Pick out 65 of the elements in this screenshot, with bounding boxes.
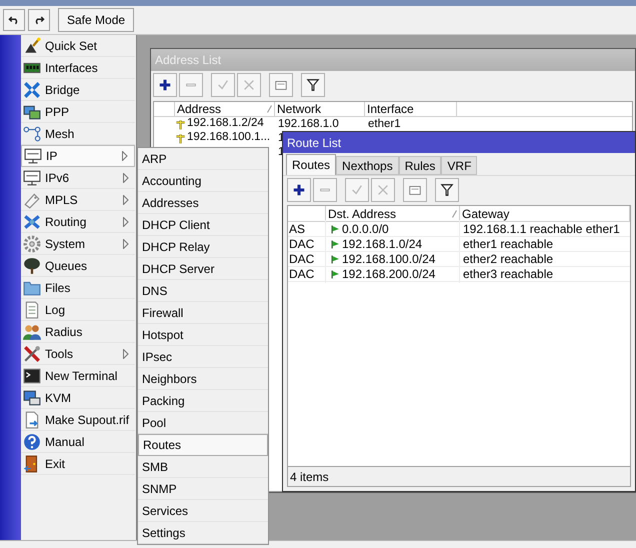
menu-item[interactable]: New Terminal — [21, 365, 135, 387]
menu-item[interactable]: Files — [21, 277, 135, 299]
menu-item[interactable]: IP — [21, 145, 135, 167]
table-cell-text: 0.0.0.0/0 — [342, 221, 389, 238]
submenu-item[interactable]: DNS — [138, 280, 268, 302]
submenu-item[interactable]: IPsec — [138, 346, 268, 368]
table-cell-text: 192.168.1.2/24 — [187, 116, 264, 132]
column-header[interactable]: Network — [275, 102, 365, 116]
menu-item[interactable]: Queues — [21, 255, 135, 277]
table-cell: 192.168.1.0 — [278, 118, 339, 130]
window-title: Address List — [155, 52, 222, 69]
submenu-item[interactable]: ARP — [138, 148, 268, 170]
submenu-item[interactable]: Services — [138, 500, 268, 522]
submenu-item[interactable]: SNMP — [138, 478, 268, 500]
item-count: 4 items — [290, 468, 329, 486]
submenu-item[interactable]: DHCP Relay — [138, 236, 268, 258]
table-cell: ether1 — [368, 118, 401, 130]
window-title: Route List — [287, 134, 342, 152]
submenu-item[interactable]: Firewall — [138, 302, 268, 324]
submenu-item[interactable]: DHCP Server — [138, 258, 268, 280]
table-cell: AS — [289, 222, 306, 236]
table-cell: ether3 reachable — [463, 267, 554, 281]
tab[interactable]: Routes — [286, 154, 336, 175]
menu-item[interactable]: Radius — [21, 321, 135, 343]
submenu-item[interactable]: Hotspot — [138, 324, 268, 346]
tab[interactable]: Nexthops — [336, 156, 399, 175]
column-header[interactable]: Gateway — [460, 206, 630, 221]
table-cell-text: 192.168.100.0/24 — [342, 251, 436, 268]
tab[interactable]: VRF — [441, 156, 478, 175]
menu-item[interactable]: IPv6 — [21, 167, 135, 189]
menu-item[interactable]: Interfaces — [21, 57, 135, 79]
submenu-item[interactable]: DHCP Client — [138, 214, 268, 236]
table-cell: DAC — [289, 252, 314, 266]
submenu-item[interactable]: Settings — [138, 522, 268, 544]
menu-item[interactable]: System — [21, 233, 135, 255]
safe-mode-button[interactable]: Safe Mode — [58, 8, 134, 32]
table-cell: 192.168.1.1 reachable ether1 — [463, 222, 620, 236]
menu-item[interactable]: Tools — [21, 343, 135, 365]
column-header[interactable]: Dst. Address — [326, 206, 460, 221]
table-cell-text: 192.168.100.1... — [187, 130, 270, 146]
submenu-item[interactable]: Routes — [138, 434, 268, 456]
submenu-item[interactable]: Packing — [138, 390, 268, 412]
table-cell-text: 192.168.200.0/24 — [342, 266, 436, 283]
tab[interactable]: Rules — [398, 156, 442, 175]
menu-item[interactable]: Log — [21, 299, 135, 321]
menu-item[interactable]: MPLS — [21, 189, 135, 211]
menu-item[interactable]: Exit — [21, 453, 135, 475]
column-header[interactable]: Interface — [365, 102, 457, 116]
table-cell: ether1 reachable — [463, 237, 554, 251]
submenu-item[interactable]: Accounting — [138, 170, 268, 192]
menu-item[interactable]: Manual — [21, 431, 135, 453]
menu-item[interactable]: PPP — [21, 101, 135, 123]
submenu-item[interactable]: Addresses — [138, 192, 268, 214]
table-cell: DAC — [289, 267, 314, 281]
menu-item[interactable]: Routing — [21, 211, 135, 233]
table-cell-text: 192.168.1.0/24 — [342, 236, 422, 253]
menu-item[interactable]: Quick Set — [21, 35, 135, 57]
column-header[interactable]: Address — [175, 102, 275, 116]
table-cell: DAC — [289, 237, 314, 251]
menu-item[interactable]: Make Supout.rif — [21, 409, 135, 431]
table-cell: ether2 reachable — [463, 252, 554, 266]
submenu-item[interactable]: SMB — [138, 456, 268, 478]
submenu-item[interactable]: Neighbors — [138, 368, 268, 390]
menu-item[interactable]: Bridge — [21, 79, 135, 101]
menu-item[interactable]: KVM — [21, 387, 135, 409]
